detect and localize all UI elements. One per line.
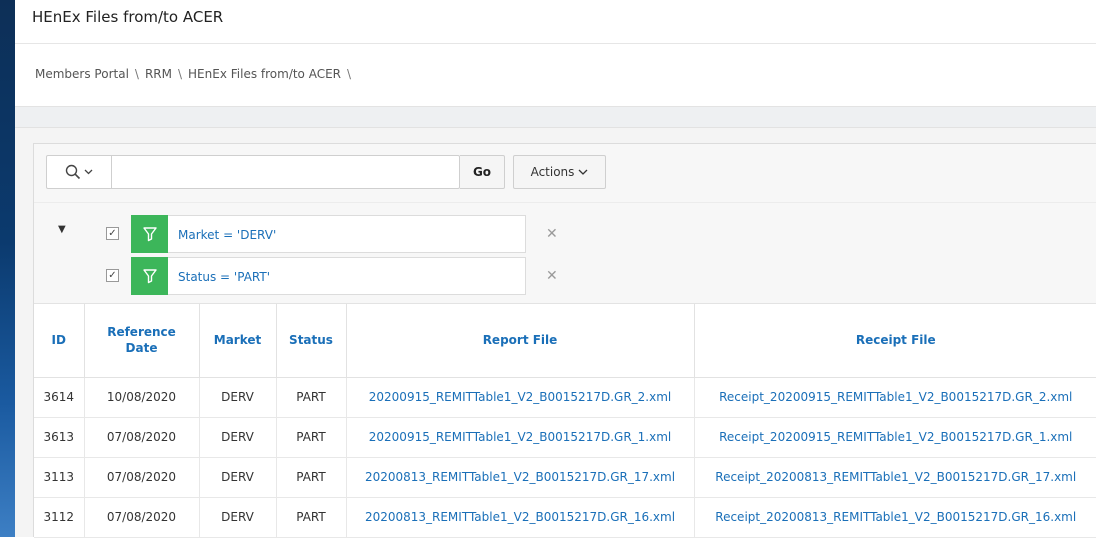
report-file-link[interactable]: 20200915_REMITTable1_V2_B0015217D.GR_1.x… <box>346 417 695 458</box>
column-header-label: Receipt File <box>855 333 936 348</box>
cell-id: 3112 <box>34 497 85 538</box>
breadcrumb-item-current: HEnEx Files from/to ACER <box>188 67 342 81</box>
cell-market: DERV <box>199 377 277 418</box>
column-header-report-file[interactable]: Report File <box>346 304 695 378</box>
column-header-id[interactable]: ID <box>34 304 85 378</box>
filter-text-box: Market = 'DERV' <box>168 215 526 253</box>
search-bar <box>46 155 460 189</box>
search-icon <box>65 164 81 180</box>
receipt-file-link[interactable]: Receipt_20200915_REMITTable1_V2_B0015217… <box>694 417 1096 458</box>
page-header: HEnEx Files from/to ACER <box>15 0 1096 44</box>
cell-market: DERV <box>199 417 277 458</box>
breadcrumb-separator: \ <box>347 67 352 81</box>
cell-status: PART <box>276 377 347 418</box>
cell-reference-date: 07/08/2020 <box>84 497 200 538</box>
page-title: HEnEx Files from/to ACER <box>32 8 224 26</box>
table-header-row: ID Reference Date Market Status Report Fi… <box>34 304 1096 378</box>
breadcrumb-separator: \ <box>134 67 139 81</box>
report-toolbar: Go Actions <box>34 144 1096 203</box>
chevron-down-icon <box>578 169 588 175</box>
filter-checkbox[interactable]: ✓ <box>106 227 119 240</box>
side-navigation-strip <box>0 0 15 537</box>
column-header-market[interactable]: Market <box>199 304 277 378</box>
cell-market: DERV <box>199 497 277 538</box>
close-icon[interactable]: ✕ <box>546 226 558 242</box>
close-icon[interactable]: ✕ <box>546 268 558 284</box>
actions-label: Actions <box>530 165 575 179</box>
column-header-receipt-file[interactable]: Receipt File <box>694 304 1096 378</box>
table-row: 3112 07/08/2020 DERV PART 20200813_REMIT… <box>34 497 1096 538</box>
region-header-band <box>15 107 1096 128</box>
column-header-label: Status <box>289 333 333 348</box>
breadcrumb-item-members-portal[interactable]: Members Portal <box>35 67 129 81</box>
column-header-label: ID <box>51 333 66 348</box>
report-file-link[interactable]: 20200813_REMITTable1_V2_B0015217D.GR_16.… <box>346 497 695 538</box>
filter-funnel-icon <box>131 215 168 253</box>
filter-area: ▼ ✓ Market = 'DERV' ✕ ✓ Status = 'PART' <box>34 203 1096 304</box>
cell-market: DERV <box>199 457 277 498</box>
breadcrumb-separator: \ <box>177 67 183 81</box>
receipt-file-link[interactable]: Receipt_20200813_REMITTable1_V2_B0015217… <box>694 497 1096 538</box>
cell-status: PART <box>276 457 347 498</box>
column-header-label: Reference <box>107 325 176 340</box>
column-header-status[interactable]: Status <box>276 304 347 378</box>
collapse-triangle-icon[interactable]: ▼ <box>58 224 66 235</box>
receipt-file-link[interactable]: Receipt_20200915_REMITTable1_V2_B0015217… <box>694 377 1096 418</box>
cell-id: 3614 <box>34 377 85 418</box>
breadcrumb: Members Portal \ RRM \ HEnEx Files from/to A… <box>35 67 357 81</box>
column-header-reference-date[interactable]: Reference Date <box>84 304 200 378</box>
chevron-down-icon <box>84 169 93 175</box>
filter-text[interactable]: Status = 'PART' <box>178 270 270 284</box>
column-header-label: Report File <box>482 333 558 348</box>
cell-reference-date: 10/08/2020 <box>84 377 200 418</box>
cell-reference-date: 07/08/2020 <box>84 457 200 498</box>
interactive-report-region: Go Actions ▼ ✓ Market = 'DERV' ✕ ✓ Statu… <box>33 143 1096 538</box>
column-header-label: Date <box>125 341 158 356</box>
filter-text-box: Status = 'PART' <box>168 257 526 295</box>
report-table: ID Reference Date Market Status Report Fi… <box>34 304 1096 538</box>
go-button[interactable]: Go <box>460 155 505 189</box>
report-file-link[interactable]: 20200915_REMITTable1_V2_B0015217D.GR_2.x… <box>346 377 695 418</box>
table-row: 3614 10/08/2020 DERV PART 20200915_REMIT… <box>34 377 1096 418</box>
breadcrumb-bar: Members Portal \ RRM \ HEnEx Files from/to A… <box>15 44 1096 107</box>
filter-text[interactable]: Market = 'DERV' <box>178 228 276 242</box>
cell-status: PART <box>276 417 347 458</box>
filter-funnel-icon <box>131 257 168 295</box>
cell-id: 3613 <box>34 417 85 458</box>
cell-reference-date: 07/08/2020 <box>84 417 200 458</box>
breadcrumb-item-rrm[interactable]: RRM <box>145 67 172 81</box>
column-header-label: Market <box>213 333 262 348</box>
actions-menu-button[interactable]: Actions <box>513 155 606 189</box>
cell-status: PART <box>276 497 347 538</box>
receipt-file-link[interactable]: Receipt_20200813_REMITTable1_V2_B0015217… <box>694 457 1096 498</box>
filter-checkbox[interactable]: ✓ <box>106 269 119 282</box>
report-file-link[interactable]: 20200813_REMITTable1_V2_B0015217D.GR_17.… <box>346 457 695 498</box>
table-row: 3113 07/08/2020 DERV PART 20200813_REMIT… <box>34 457 1096 498</box>
search-input[interactable] <box>112 156 458 188</box>
cell-id: 3113 <box>34 457 85 498</box>
search-column-selector[interactable] <box>47 156 112 188</box>
table-row: 3613 07/08/2020 DERV PART 20200915_REMIT… <box>34 417 1096 458</box>
